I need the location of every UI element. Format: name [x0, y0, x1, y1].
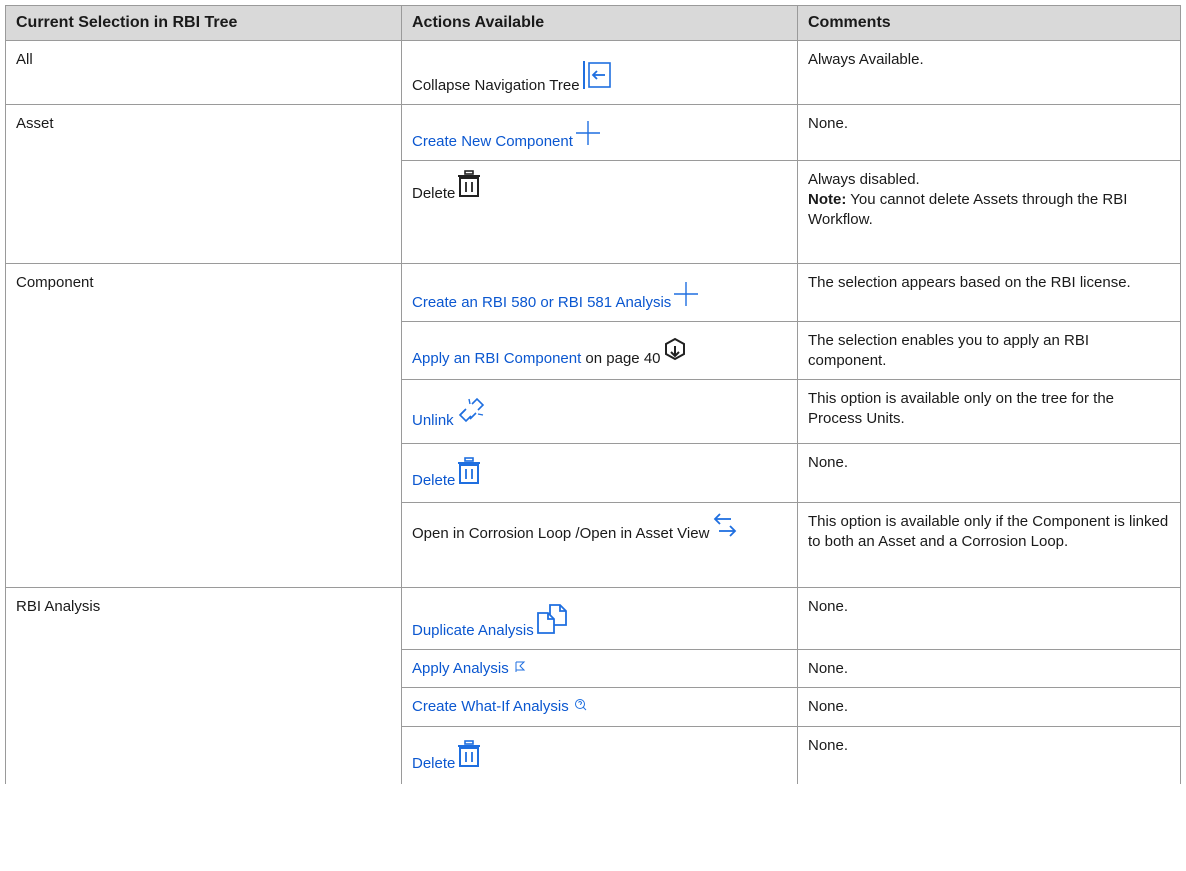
header-current-selection: Current Selection in RBI Tree: [5, 5, 402, 41]
comment-cell: None.: [797, 587, 1181, 650]
table-row: Component Create an RBI 580 or RBI 581 A…: [5, 263, 1181, 588]
delete-text: Delete: [412, 185, 456, 202]
delete-link[interactable]: Delete: [412, 755, 455, 772]
swap-arrows-icon[interactable]: [711, 512, 739, 544]
comment-cell: The selection enables you to apply an RB…: [797, 321, 1181, 380]
create-new-component-link[interactable]: Create New Component: [412, 133, 573, 150]
duplicate-analysis-link[interactable]: Duplicate Analysis: [412, 622, 534, 639]
header-comments: Comments: [797, 5, 1181, 41]
table-row: Asset Create New Component None.: [5, 104, 1181, 264]
trash-icon: [457, 170, 481, 204]
plus-icon[interactable]: [575, 120, 601, 152]
selection-cell: RBI Analysis: [5, 587, 402, 784]
table-row: RBI Analysis Duplicate Analysis None.: [5, 587, 1181, 784]
action-cell: Unlink: [401, 379, 798, 444]
page-reference-text: on page 40: [581, 350, 661, 367]
header-actions-available: Actions Available: [401, 5, 798, 41]
action-cell: Apply Analysis: [401, 649, 798, 688]
action-cell: Create an RBI 580 or RBI 581 Analysis: [401, 263, 798, 322]
create-rbi-analysis-link[interactable]: Create an RBI 580 or RBI 581 Analysis: [412, 294, 671, 311]
comment-cell: This option is available only if the Com…: [797, 502, 1181, 588]
comment-cell: The selection appears based on the RBI l…: [797, 263, 1181, 322]
apply-analysis-link[interactable]: Apply Analysis: [412, 660, 509, 677]
create-what-if-analysis-link[interactable]: Create What-If Analysis: [412, 698, 569, 715]
collapse-tree-icon[interactable]: [582, 60, 612, 96]
comment-cell: This option is available only on the tre…: [797, 379, 1181, 444]
delete-link[interactable]: Delete: [412, 472, 455, 489]
collapse-navigation-tree-text: Collapse Navigation Tree: [412, 77, 580, 94]
trash-icon[interactable]: [457, 740, 481, 774]
selection-cell: Asset: [5, 104, 402, 264]
trash-icon[interactable]: [457, 457, 481, 491]
action-cell: Open in Corrosion Loop /Open in Asset Vi…: [401, 502, 798, 588]
comment-cell: None.: [797, 443, 1181, 503]
apply-rbi-component-link[interactable]: Apply an RBI Component: [412, 350, 581, 367]
rbi-actions-table: Current Selection in RBI Tree Actions Av…: [5, 5, 1181, 784]
comment-cell: None.: [797, 649, 1181, 688]
plus-icon[interactable]: [673, 281, 699, 313]
comment-cell: Always disabled. Note: You cannot delete…: [797, 160, 1181, 264]
comment-cell: None.: [797, 104, 1181, 161]
table-header-row: Current Selection in RBI Tree Actions Av…: [5, 5, 1181, 41]
what-if-icon[interactable]: [574, 697, 587, 717]
note-paragraph: Note: You cannot delete Assets through t…: [808, 190, 1170, 230]
action-cell: Delete: [401, 726, 798, 784]
comment-cell: None.: [797, 687, 1181, 727]
unlink-link[interactable]: Unlink: [412, 412, 454, 429]
table-row: All Collapse Navigation Tree Always Avai…: [5, 40, 1181, 105]
comment-cell: Always Available.: [797, 40, 1181, 105]
unlink-icon[interactable]: [456, 395, 486, 431]
apply-component-icon[interactable]: [663, 337, 687, 369]
selection-cell: All: [5, 40, 402, 105]
comment-text: Always disabled.: [808, 171, 920, 188]
action-cell: Create New Component: [401, 104, 798, 161]
note-text: You cannot delete Assets through the RBI…: [808, 191, 1128, 228]
apply-analysis-icon[interactable]: [514, 659, 526, 679]
action-cell: Duplicate Analysis: [401, 587, 798, 650]
selection-cell: Component: [5, 263, 402, 588]
action-cell: Delete: [401, 443, 798, 503]
duplicate-icon[interactable]: [536, 603, 568, 641]
note-label: Note:: [808, 191, 847, 208]
action-cell: Collapse Navigation Tree: [401, 40, 798, 105]
action-cell: Create What-If Analysis: [401, 687, 798, 727]
comment-cell: None.: [797, 726, 1181, 784]
action-cell: Delete: [401, 160, 798, 264]
rbi-actions-table-wrapper: Current Selection in RBI Tree Actions Av…: [0, 0, 1186, 784]
open-corrosion-loop-text: Open in Corrosion Loop /Open in Asset Vi…: [412, 525, 710, 542]
action-cell: Apply an RBI Component on page 40: [401, 321, 798, 380]
